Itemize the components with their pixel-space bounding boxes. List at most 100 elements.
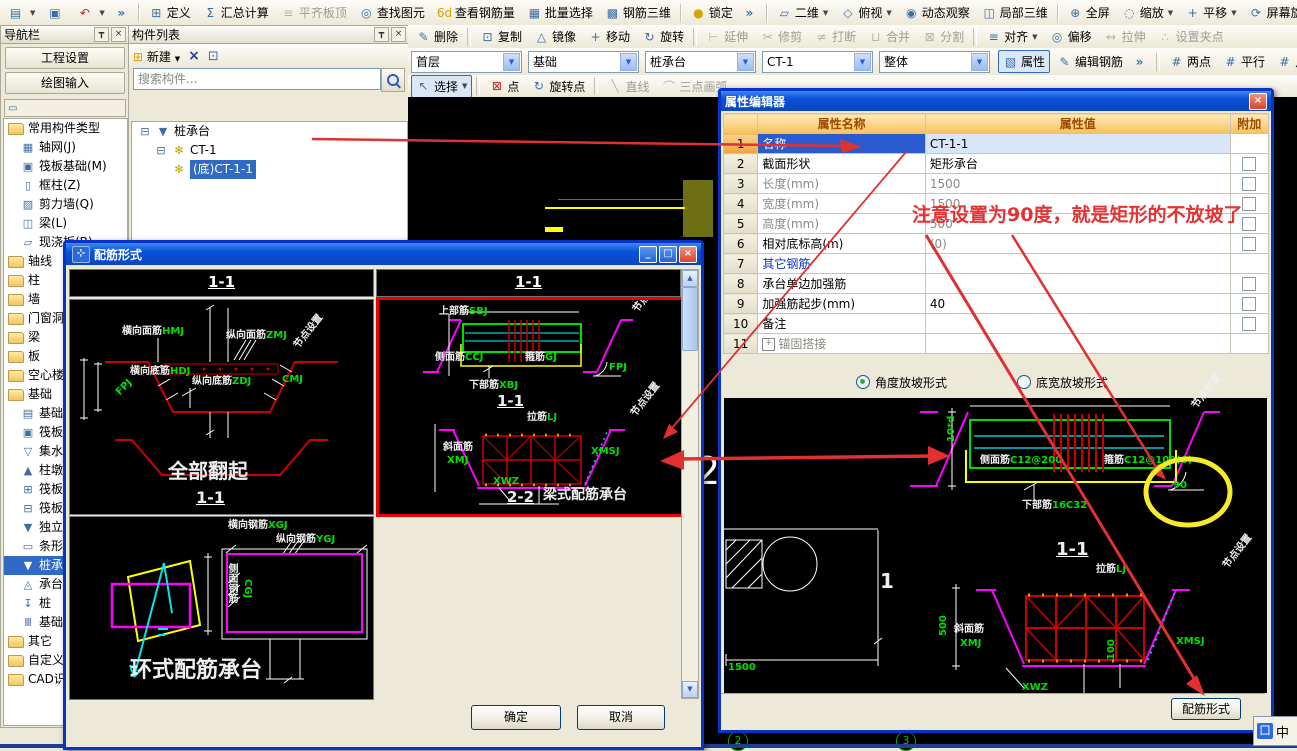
property-editor-titlebar[interactable]: 属性编辑器 × xyxy=(721,91,1271,111)
extra-checkbox[interactable] xyxy=(1242,156,1257,171)
pin-icon[interactable]: ┳ xyxy=(374,27,389,42)
close-icon[interactable]: × xyxy=(391,27,406,42)
tree-node-group[interactable]: ⊟ ✻ CT-1 xyxy=(132,141,407,160)
property-value[interactable] xyxy=(924,313,1231,334)
new-component-button[interactable]: ⊞ 新建 ▼ xyxy=(133,48,180,65)
property-value[interactable]: 1500 xyxy=(924,173,1231,194)
context-dropdown[interactable]: 桩承台 ▼ xyxy=(645,50,756,73)
toolbar-button[interactable]: ▱ 二维 ▼ xyxy=(772,1,833,24)
property-row[interactable]: 8 +承台单边加强筋 xyxy=(722,273,1270,294)
toolbar-button[interactable]: » ▼ xyxy=(740,3,762,23)
extra-checkbox[interactable] xyxy=(1242,296,1257,311)
rebar-form-option-beam-type[interactable]: 上部筋SBJ 节点设置 侧面筋CCJ 箍筋GJ FPJ 下部筋XBJ 1-1 拉… xyxy=(376,297,685,517)
context-dropdown[interactable]: 整体 ▼ xyxy=(879,50,990,73)
expand-icon[interactable]: ⊟ xyxy=(138,125,152,138)
copy-component-button[interactable]: ⊡ xyxy=(208,49,219,64)
extra-checkbox[interactable] xyxy=(1242,216,1257,231)
toolbar-button[interactable]: ▼ xyxy=(765,2,768,23)
toolbar-button[interactable]: ▧ 属性 ▼ xyxy=(998,50,1051,73)
tree-node-leaf[interactable]: ✻ (底)CT-1-1 xyxy=(132,160,407,179)
tree-node-root[interactable]: ⊟ ▼ 桩承台 xyxy=(132,122,407,141)
toolbar-button[interactable]: ⊡ 复制 ▼ xyxy=(475,25,527,48)
toolbar-button[interactable]: 6d 查看钢筋量 ▼ xyxy=(432,1,520,24)
toolbar-button[interactable]: ↻ 旋转 ▼ xyxy=(637,25,689,48)
toolbar-button[interactable]: # 两点 ▼ xyxy=(1164,50,1216,73)
toolbar-button[interactable]: ✂ 修剪 ▼ xyxy=(755,25,807,48)
collapse-icon[interactable]: ▭ xyxy=(5,103,17,114)
toolbar-button[interactable]: ● 锁定 ▼ xyxy=(686,1,738,24)
property-row[interactable]: 10 +备注 xyxy=(722,313,1270,334)
toolbar-button[interactable]: ↖ 选择 ▼ xyxy=(411,75,473,97)
toolbar-button[interactable]: Σ 汇总计算 ▼ xyxy=(198,1,274,24)
toolbar-button[interactable]: ▼ xyxy=(476,76,481,96)
toolbar-button[interactable]: ╲ 直线 ▼ xyxy=(602,75,654,97)
scroll-down-icon[interactable]: ▼ xyxy=(682,681,698,698)
tile-caption-sliver[interactable]: 1-1 xyxy=(69,269,374,297)
context-dropdown[interactable]: 基础 ▼ xyxy=(528,50,639,73)
toolbar-button[interactable]: ↻ 旋转点 ▼ xyxy=(526,75,590,97)
toolbar-button[interactable]: ⊞ 定义 ▼ xyxy=(144,1,196,24)
search-button[interactable] xyxy=(381,68,405,92)
extra-checkbox[interactable] xyxy=(1242,316,1257,331)
property-value[interactable] xyxy=(924,333,1231,354)
radio-width-slope[interactable]: 底宽放坡形式 xyxy=(1017,374,1108,391)
sidebar-item[interactable]: ▨ 剪力墙(Q) xyxy=(4,195,127,214)
toolbar-button[interactable]: ↔ 拉伸 ▼ xyxy=(1099,25,1151,48)
toolbar-button[interactable]: » ▼ xyxy=(112,3,134,23)
extra-checkbox[interactable] xyxy=(1242,176,1257,191)
extra-checkbox[interactable] xyxy=(1242,196,1257,211)
maximize-icon[interactable]: □ xyxy=(659,245,677,263)
toolbar-button[interactable]: ◎ 偏移 ▼ xyxy=(1045,25,1097,48)
property-value[interactable]: 矩形承台 xyxy=(924,153,1231,174)
context-dropdown[interactable]: 首层 ▼ xyxy=(411,50,522,73)
tile-caption-sliver[interactable]: 1-1 xyxy=(376,269,681,297)
property-value[interactable]: 40 xyxy=(924,293,1231,314)
toolbar-button[interactable]: ▩ 钢筋三维 ▼ xyxy=(600,1,676,24)
toolbar-button[interactable]: ▼ xyxy=(467,26,472,47)
dialog-scrollbar[interactable]: ▲ ▼ xyxy=(681,269,699,699)
toolbar-button[interactable]: # 平行 ▼ xyxy=(1218,50,1270,73)
property-row[interactable]: 7 +其它钢筋 xyxy=(722,253,1270,274)
sidebar-item[interactable]: ▯ 框柱(Z) xyxy=(4,176,127,195)
toolbar-button[interactable]: ▼ xyxy=(693,26,698,47)
toolbar-button[interactable]: ▦ 批量选择 ▼ xyxy=(522,1,598,24)
toolbar-button[interactable]: + 移动 ▼ xyxy=(583,25,635,48)
toolbar-button[interactable]: ✎ 编辑钢筋 ▼ xyxy=(1052,50,1128,73)
scrollbar-thumb[interactable] xyxy=(682,287,698,351)
sidebar-item[interactable]: ◫ 梁(L) xyxy=(4,214,127,233)
rebar-form-option-ring-type[interactable]: 横向钢筋XGJ 纵向钢筋YGJ 侧面钢筋 CGJ 环式配筋承台 xyxy=(69,516,374,700)
toolbar-button[interactable]: ⊢ 延伸 ▼ xyxy=(701,25,753,48)
property-value[interactable]: CT-1-1 xyxy=(924,133,1231,154)
toolbar-button[interactable]: ◎ 查找图元 ▼ xyxy=(354,1,430,24)
toolbar-button[interactable]: ≡ 对齐 ▼ xyxy=(981,25,1042,48)
property-value[interactable]: (0) xyxy=(924,233,1231,254)
toolbar-button[interactable]: ⊕ 全屏 ▼ xyxy=(1063,1,1115,24)
toolbar-button[interactable]: ◇ 俯视 ▼ xyxy=(835,1,896,24)
cancel-button[interactable]: 取消 xyxy=(577,705,665,730)
property-row[interactable]: 1 +名称 CT-1-1 xyxy=(722,133,1270,154)
toolbar-button[interactable]: ◫ 局部三维 ▼ xyxy=(977,1,1053,24)
toolbar-button[interactable]: ▼ xyxy=(137,2,140,23)
toolbar-button[interactable]: ≡ 平齐板顶 ▼ xyxy=(276,1,352,24)
toolbar-button[interactable]: ▼ xyxy=(679,2,682,23)
toolbar-button[interactable]: ⊔ 合并 ▼ xyxy=(863,25,915,48)
delete-component-button[interactable]: × xyxy=(188,48,200,64)
toolbar-button[interactable]: ⟳ 屏幕旋转 ▼ xyxy=(1244,1,1297,24)
close-icon[interactable]: × xyxy=(111,27,126,42)
toolbar-button[interactable]: ▼ xyxy=(973,26,978,47)
sidebar-item[interactable]: ▦ 轴网(J) xyxy=(4,138,127,157)
toolbar-button[interactable]: » ▼ xyxy=(1130,52,1152,72)
property-value[interactable] xyxy=(924,273,1231,294)
toolbar-button[interactable]: ◌ 缩放 ▼ xyxy=(1117,1,1178,24)
ime-indicator[interactable]: 囗 中 xyxy=(1253,716,1297,746)
rebar-form-button[interactable]: 配筋形式 xyxy=(1171,698,1241,720)
expand-icon[interactable]: ⊟ xyxy=(154,144,168,157)
toolbar-button[interactable]: △ 镜像 ▼ xyxy=(529,25,581,48)
toolbar-button[interactable]: ⊠ 点 ▼ xyxy=(484,75,524,97)
search-input[interactable]: 搜索构件... xyxy=(133,68,381,90)
toolbar-button[interactable]: # 点角 ▼ xyxy=(1272,50,1297,73)
sidebar-item[interactable]: ▣ 筏板基础(M) xyxy=(4,157,127,176)
toolbar-button[interactable]: ▼ xyxy=(594,76,599,96)
scroll-up-icon[interactable]: ▲ xyxy=(682,270,698,287)
toolbar-button[interactable]: ▣ ▼ xyxy=(42,3,70,23)
